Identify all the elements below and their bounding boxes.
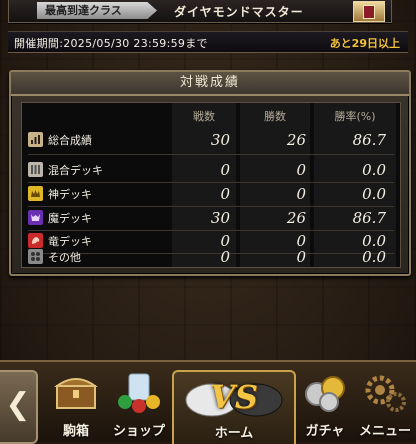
nav-gacha[interactable]: ガチャ [294,362,356,442]
table-row-god-deck: 神デッキ 0 0 0.0 [22,183,400,205]
wins-value: 0 [296,185,306,203]
back-arrow-icon[interactable]: ❮ [0,370,38,444]
row-label: 総合成績 [48,134,92,147]
nav-menu[interactable]: メニュー [354,362,416,442]
wins-value: 0 [296,161,306,179]
highest-rank-label: 最高到達クラス [37,2,157,19]
row-label: 魔デッキ [48,212,92,225]
nav-shop-label: ショップ [112,424,165,439]
table-row-other: その他 0 0 0.0 [22,246,400,268]
nav-home[interactable]: VS ホーム [172,370,296,444]
treasure-chest-icon [53,378,99,409]
win-rate-value: 0.0 [362,248,386,266]
nav-piece-box[interactable]: 駒箱 [44,362,108,442]
header-win-rate: 勝率(%) [334,110,376,123]
versus-text: VS [210,378,258,416]
god-deck-icon [28,186,43,201]
battles-value: 0 [220,161,230,179]
overall-icon [28,132,43,147]
battle-record-title: 対戦成績 [11,72,409,96]
nav-home-label: ホーム [214,426,254,441]
rank-emblem-icon [353,1,385,22]
row-label: 神デッキ [48,188,92,201]
gacha-coins-icon [305,376,345,412]
wins-value: 26 [286,209,306,227]
battles-value: 30 [210,209,230,227]
table-row-demon-deck: 魔デッキ 30 26 86.7 [22,207,400,229]
battle-record-table: 戦数 勝数 勝率(%) 総合成績 30 26 86.7 混合デッキ 0 0 0.… [21,102,401,268]
season-period-text: 開催期間:2025/05/30 23:59:59まで [14,37,208,50]
season-period-bar: 開催期間:2025/05/30 23:59:59まで あと29日以上 [8,31,408,53]
row-label: その他 [48,251,81,264]
highest-rank-banner: 最高到達クラス ダイヤモンドマスター [8,0,392,23]
win-rate-value: 0.0 [362,185,386,203]
table-row-mixed-deck: 混合デッキ 0 0 0.0 [22,159,400,181]
header-wins: 勝数 [264,110,286,123]
other-icon [28,249,43,264]
demon-deck-icon [28,210,43,225]
season-remaining-text: あと29日以上 [329,37,400,50]
gear-icon [365,375,406,412]
battles-value: 30 [210,131,230,149]
win-rate-value: 0.0 [362,161,386,179]
nav-piece-box-label: 駒箱 [62,424,89,439]
table-row-overall: 総合成績 30 26 86.7 [22,129,400,151]
wins-value: 0 [296,248,306,266]
battles-value: 0 [220,248,230,266]
win-rate-value: 86.7 [352,131,386,149]
row-label: 混合デッキ [48,164,103,177]
win-rate-value: 86.7 [352,209,386,227]
nav-menu-label: メニュー [358,424,411,439]
shop-gems-icon [118,373,160,413]
nav-shop[interactable]: ショップ [108,362,170,442]
header-battles: 戦数 [193,110,215,123]
battles-value: 0 [220,185,230,203]
wins-value: 26 [286,131,306,149]
bottom-navigation: ❮ 駒箱 ショップ VS ホーム ガチャ メニュー [0,360,416,444]
battle-record-panel: 対戦成績 戦数 勝数 勝率(%) 総合成績 30 26 86.7 混合デッキ 0… [9,70,411,276]
mixed-deck-icon [28,162,43,177]
highest-rank-value: ダイヤモンドマスター [174,5,304,19]
nav-gacha-label: ガチャ [305,424,345,439]
